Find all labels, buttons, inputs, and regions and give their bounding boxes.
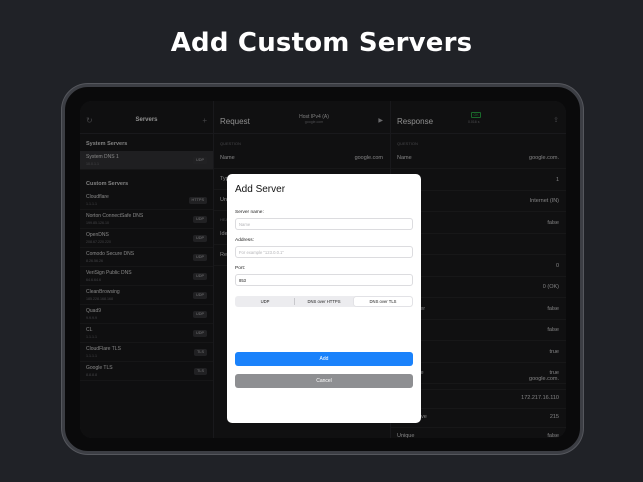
server-name-input[interactable]: Name bbox=[235, 218, 413, 230]
server-name-label: Server name: bbox=[235, 210, 264, 215]
app-screen: 12:07 PM Sun Nov 1 ◠ 100% ▭ ↻ Servers + … bbox=[80, 101, 566, 438]
protocol-segmented-control: UDP DNS over HTTPS DNS over TLS bbox=[235, 296, 413, 307]
port-label: Port: bbox=[235, 266, 246, 271]
segment-udp[interactable]: UDP bbox=[236, 297, 294, 306]
add-server-dialog: Add Server Server name: Name Address: Fo… bbox=[227, 174, 421, 423]
segment-https[interactable]: DNS over HTTPS bbox=[295, 297, 353, 306]
add-button[interactable]: Add bbox=[235, 352, 413, 366]
address-input[interactable]: For example "123.0.0.1" bbox=[235, 246, 413, 258]
headline: Add Custom Servers bbox=[170, 28, 473, 58]
dialog-title: Add Server bbox=[235, 184, 286, 195]
ipad-frame: 12:07 PM Sun Nov 1 ◠ 100% ▭ ↻ Servers + … bbox=[62, 84, 583, 454]
cancel-button[interactable]: Cancel bbox=[235, 374, 413, 388]
port-input[interactable]: 853 bbox=[235, 274, 413, 286]
address-label: Address: bbox=[235, 238, 254, 243]
segment-tls[interactable]: DNS over TLS bbox=[354, 297, 412, 306]
